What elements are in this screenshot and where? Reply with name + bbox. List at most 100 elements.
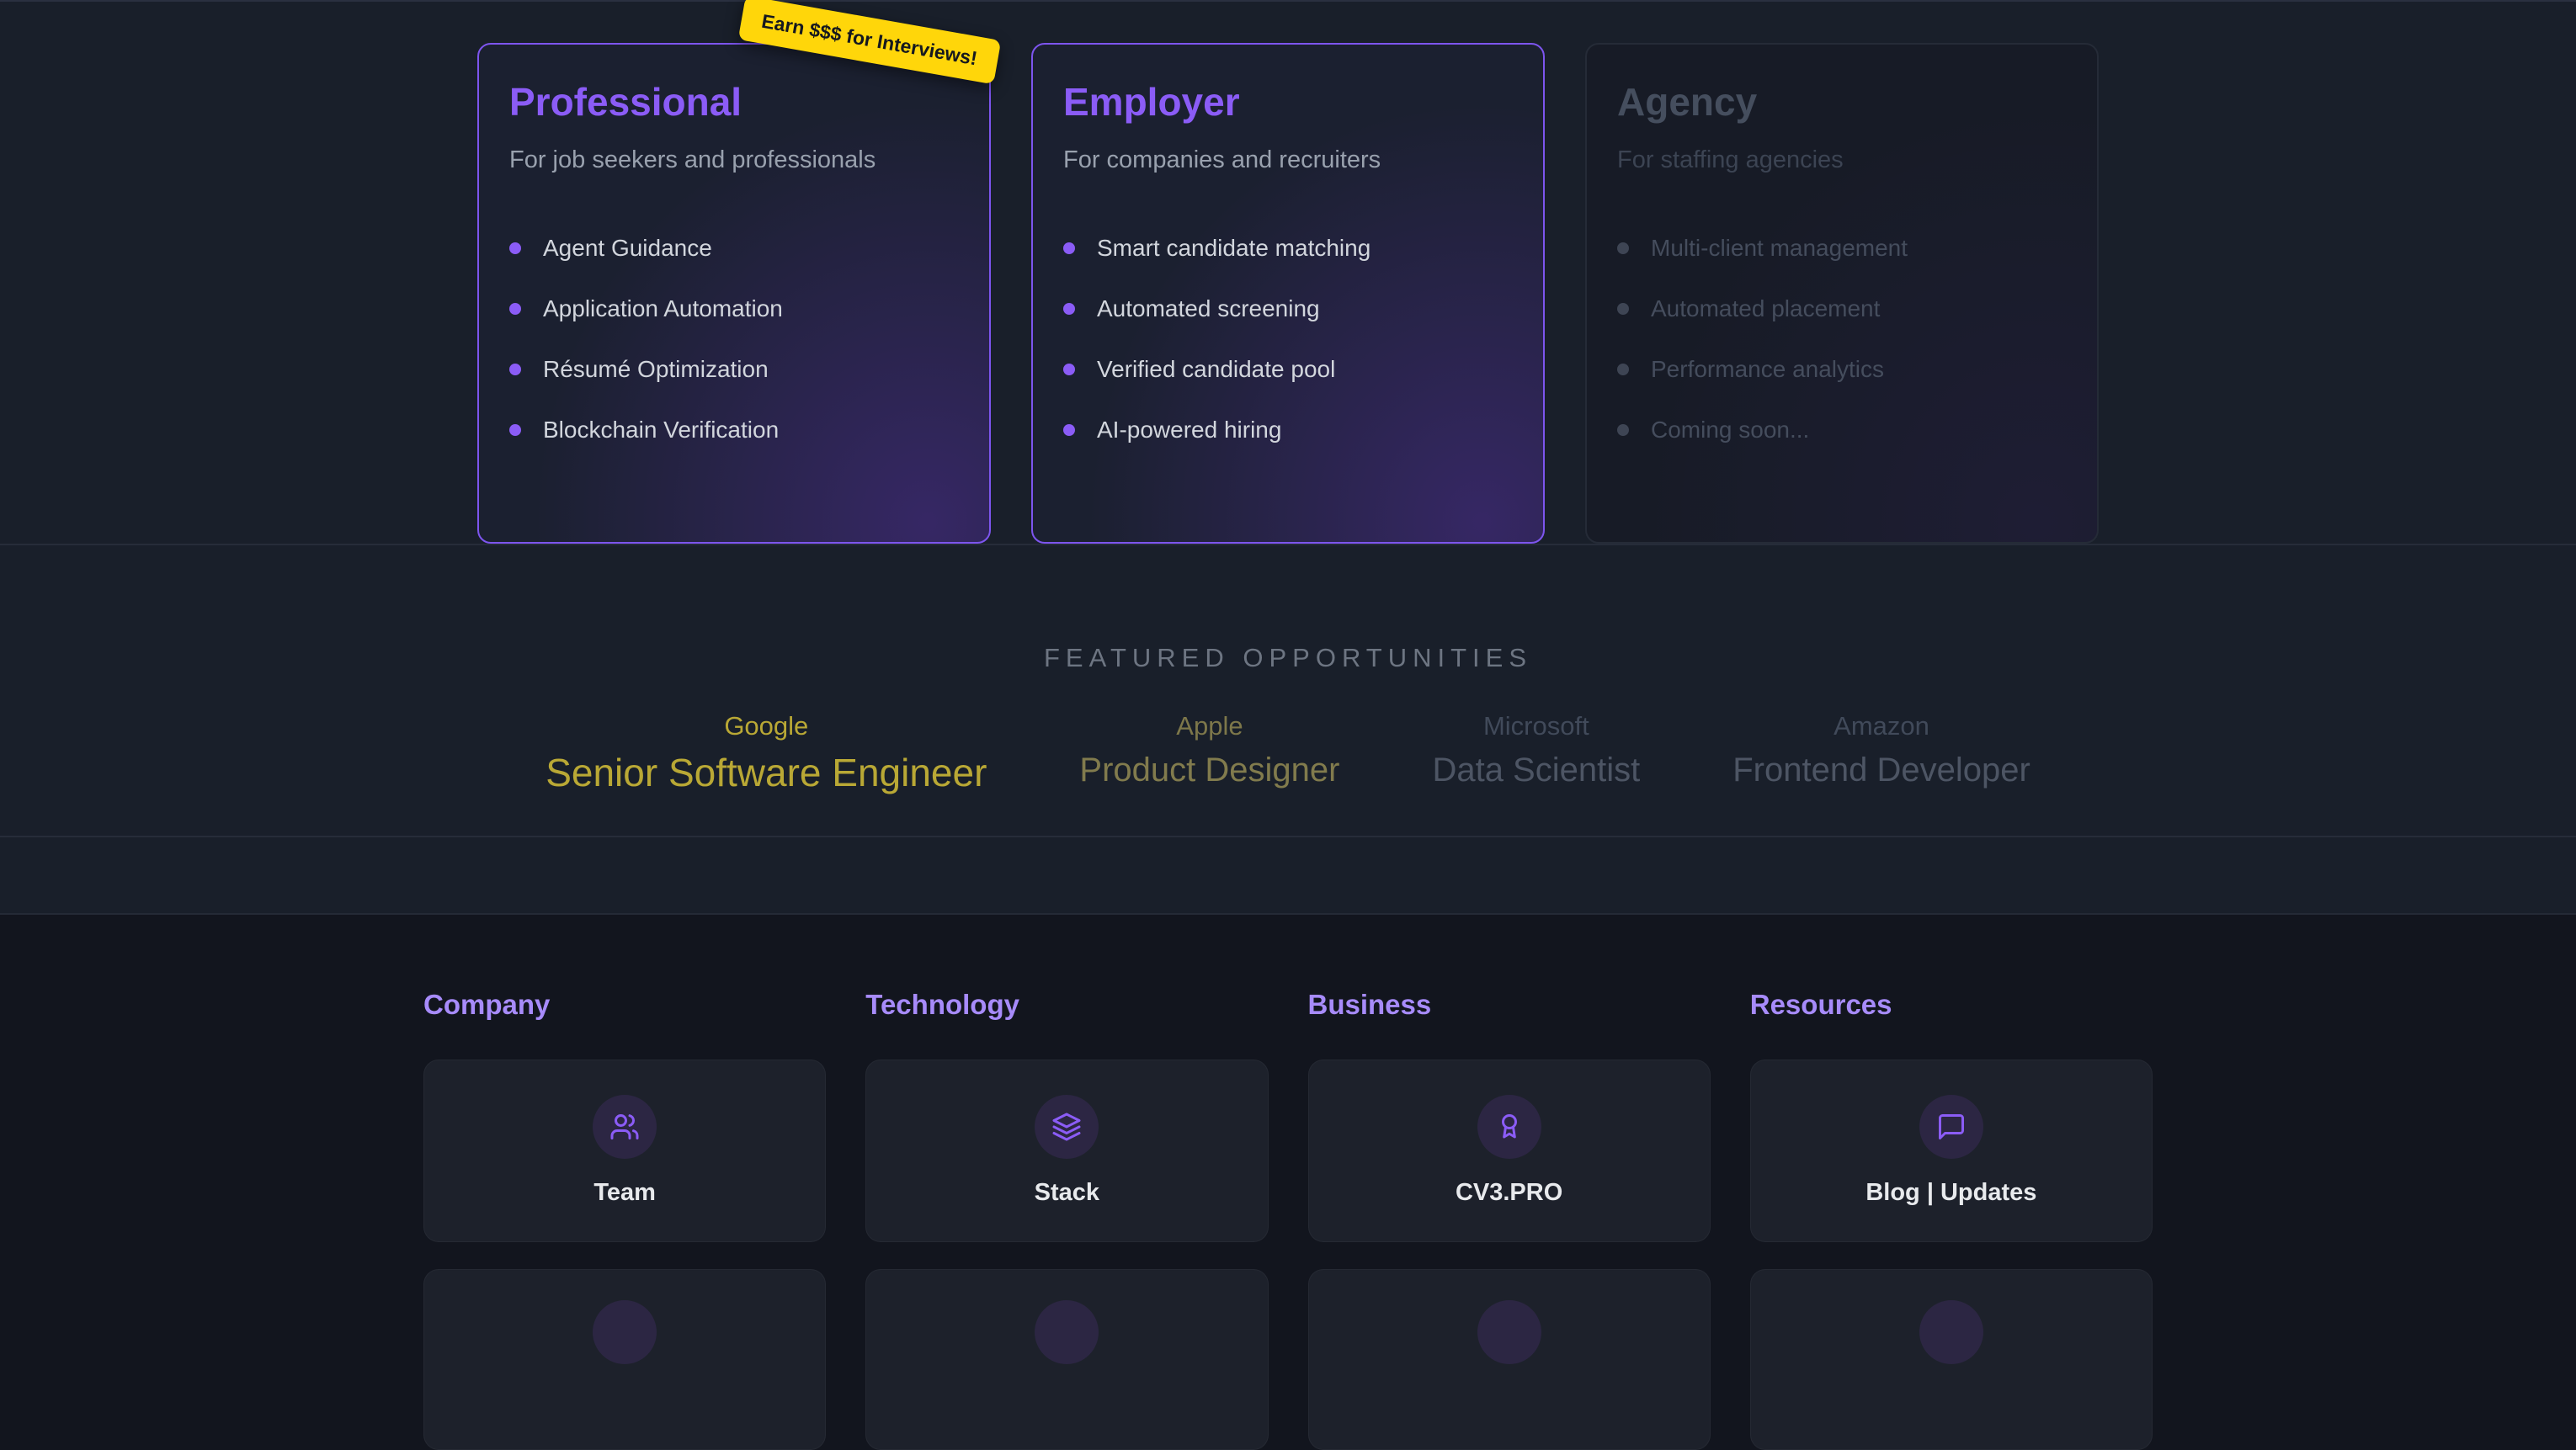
plan-title: Employer xyxy=(1063,80,1513,125)
footer-column-resources: Resources Blog | Updates xyxy=(1750,989,2153,1450)
footer-column-business: Business CV3.PRO xyxy=(1308,989,1711,1450)
bullet-icon xyxy=(509,303,521,315)
feature-label: Multi-client management xyxy=(1651,235,1908,262)
footer-link-partial[interactable] xyxy=(1308,1269,1711,1450)
footer-card-label: CV3.PRO xyxy=(1456,1179,1562,1207)
feature-item: Verified candidate pool xyxy=(1063,339,1513,400)
job-role: Data Scientist xyxy=(1432,748,1640,792)
featured-opportunities-section: FEATURED OPPORTUNITIES Google Senior Sof… xyxy=(0,545,2576,837)
job-company: Google xyxy=(546,710,987,741)
bullet-icon xyxy=(1063,242,1075,254)
feature-label: Automated placement xyxy=(1651,295,1880,322)
feature-item: AI-powered hiring xyxy=(1063,400,1513,460)
icon-circle xyxy=(1035,1300,1099,1364)
bullet-icon xyxy=(1063,303,1075,315)
footer-card-label: Blog | Updates xyxy=(1865,1179,2036,1207)
icon-circle xyxy=(593,1095,657,1159)
footer-link-partial[interactable] xyxy=(423,1269,826,1450)
feature-item: Résumé Optimization xyxy=(509,339,959,400)
plan-feature-list: Agent Guidance Application Automation Ré… xyxy=(509,218,959,460)
feature-item: Multi-client management xyxy=(1617,218,2067,279)
feature-item: Smart candidate matching xyxy=(1063,218,1513,279)
job-company: Apple xyxy=(1079,710,1339,741)
icon-circle xyxy=(1477,1095,1541,1159)
plan-title: Agency xyxy=(1617,80,2067,125)
bullet-icon xyxy=(1617,364,1629,375)
feature-label: Automated screening xyxy=(1097,295,1320,322)
feature-item: Automated screening xyxy=(1063,279,1513,339)
feature-item: Blockchain Verification xyxy=(509,400,959,460)
featured-job-apple[interactable]: Apple Product Designer xyxy=(1079,710,1339,792)
footer-link-partial[interactable] xyxy=(1750,1269,2153,1450)
featured-title: FEATURED OPPORTUNITIES xyxy=(0,643,2576,673)
footer-grid: Company Team Technology Stack xyxy=(423,989,2153,1450)
featured-jobs-row: Google Senior Software Engineer Apple Pr… xyxy=(0,710,2576,799)
feature-item: Automated placement xyxy=(1617,279,2067,339)
job-role: Product Designer xyxy=(1079,748,1339,792)
icon-circle xyxy=(593,1300,657,1364)
job-company: Microsoft xyxy=(1432,710,1640,741)
bullet-icon xyxy=(509,424,521,436)
footer-card-label: Stack xyxy=(1035,1179,1099,1207)
plan-subtitle: For job seekers and professionals xyxy=(509,146,959,174)
footer-link-partial[interactable] xyxy=(865,1269,1268,1450)
feature-label: Résumé Optimization xyxy=(543,356,769,383)
feature-label: Agent Guidance xyxy=(543,235,712,262)
footer-heading: Business xyxy=(1308,989,1711,1021)
job-role: Senior Software Engineer xyxy=(546,748,987,799)
footer-heading: Technology xyxy=(865,989,1268,1021)
feature-label: Blockchain Verification xyxy=(543,417,779,443)
icon-circle xyxy=(1919,1095,1983,1159)
page: Earn $$$ for Interviews! Professional Fo… xyxy=(0,0,2576,1450)
message-icon xyxy=(1936,1112,1967,1142)
plan-subtitle: For staffing agencies xyxy=(1617,146,2067,174)
footer-column-technology: Technology Stack xyxy=(865,989,1268,1450)
job-role: Frontend Developer xyxy=(1732,748,2030,792)
feature-label: Verified candidate pool xyxy=(1097,356,1335,383)
footer-link-blog[interactable]: Blog | Updates xyxy=(1750,1060,2153,1242)
award-icon xyxy=(1494,1112,1525,1142)
bullet-icon xyxy=(509,242,521,254)
plan-card-agency: Agency For staffing agencies Multi-clien… xyxy=(1585,43,2099,544)
icon-circle xyxy=(1919,1300,1983,1364)
feature-item: Application Automation xyxy=(509,279,959,339)
job-company: Amazon xyxy=(1732,710,2030,741)
bullet-icon xyxy=(509,364,521,375)
feature-label: AI-powered hiring xyxy=(1097,417,1281,443)
bullet-icon xyxy=(1617,424,1629,436)
plan-subtitle: For companies and recruiters xyxy=(1063,146,1513,174)
plan-feature-list: Smart candidate matching Automated scree… xyxy=(1063,218,1513,460)
featured-job-amazon[interactable]: Amazon Frontend Developer xyxy=(1732,710,2030,792)
feature-label: Smart candidate matching xyxy=(1097,235,1370,262)
plan-feature-list: Multi-client management Automated placem… xyxy=(1617,218,2067,460)
feature-label: Coming soon... xyxy=(1651,417,1809,443)
icon-circle xyxy=(1477,1300,1541,1364)
layers-icon xyxy=(1051,1112,1082,1142)
plans-section: Earn $$$ for Interviews! Professional Fo… xyxy=(0,0,2576,545)
users-icon xyxy=(609,1112,640,1142)
footer-link-stack[interactable]: Stack xyxy=(865,1060,1268,1242)
plan-card-employer[interactable]: Employer For companies and recruiters Sm… xyxy=(1031,43,1545,544)
icon-circle xyxy=(1035,1095,1099,1159)
feature-item: Agent Guidance xyxy=(509,218,959,279)
feature-item: Coming soon... xyxy=(1617,400,2067,460)
footer-heading: Resources xyxy=(1750,989,2153,1021)
footer-link-team[interactable]: Team xyxy=(423,1060,826,1242)
plan-card-professional[interactable]: Earn $$$ for Interviews! Professional Fo… xyxy=(477,43,991,544)
bullet-icon xyxy=(1063,424,1075,436)
featured-job-microsoft[interactable]: Microsoft Data Scientist xyxy=(1432,710,1640,792)
plans-row: Earn $$$ for Interviews! Professional Fo… xyxy=(0,43,2576,544)
footer-link-cv3pro[interactable]: CV3.PRO xyxy=(1308,1060,1711,1242)
footer-column-company: Company Team xyxy=(423,989,826,1450)
feature-label: Performance analytics xyxy=(1651,356,1884,383)
bullet-icon xyxy=(1617,303,1629,315)
plan-title: Professional xyxy=(509,80,959,125)
bullet-icon xyxy=(1617,242,1629,254)
footer-card-label: Team xyxy=(593,1179,656,1207)
featured-job-google[interactable]: Google Senior Software Engineer xyxy=(546,710,987,799)
site-footer: Company Team Technology Stack xyxy=(0,913,2576,1450)
feature-label: Application Automation xyxy=(543,295,783,322)
section-spacer xyxy=(0,837,2576,913)
earn-badge: Earn $$$ for Interviews! xyxy=(738,0,1001,84)
footer-heading: Company xyxy=(423,989,826,1021)
